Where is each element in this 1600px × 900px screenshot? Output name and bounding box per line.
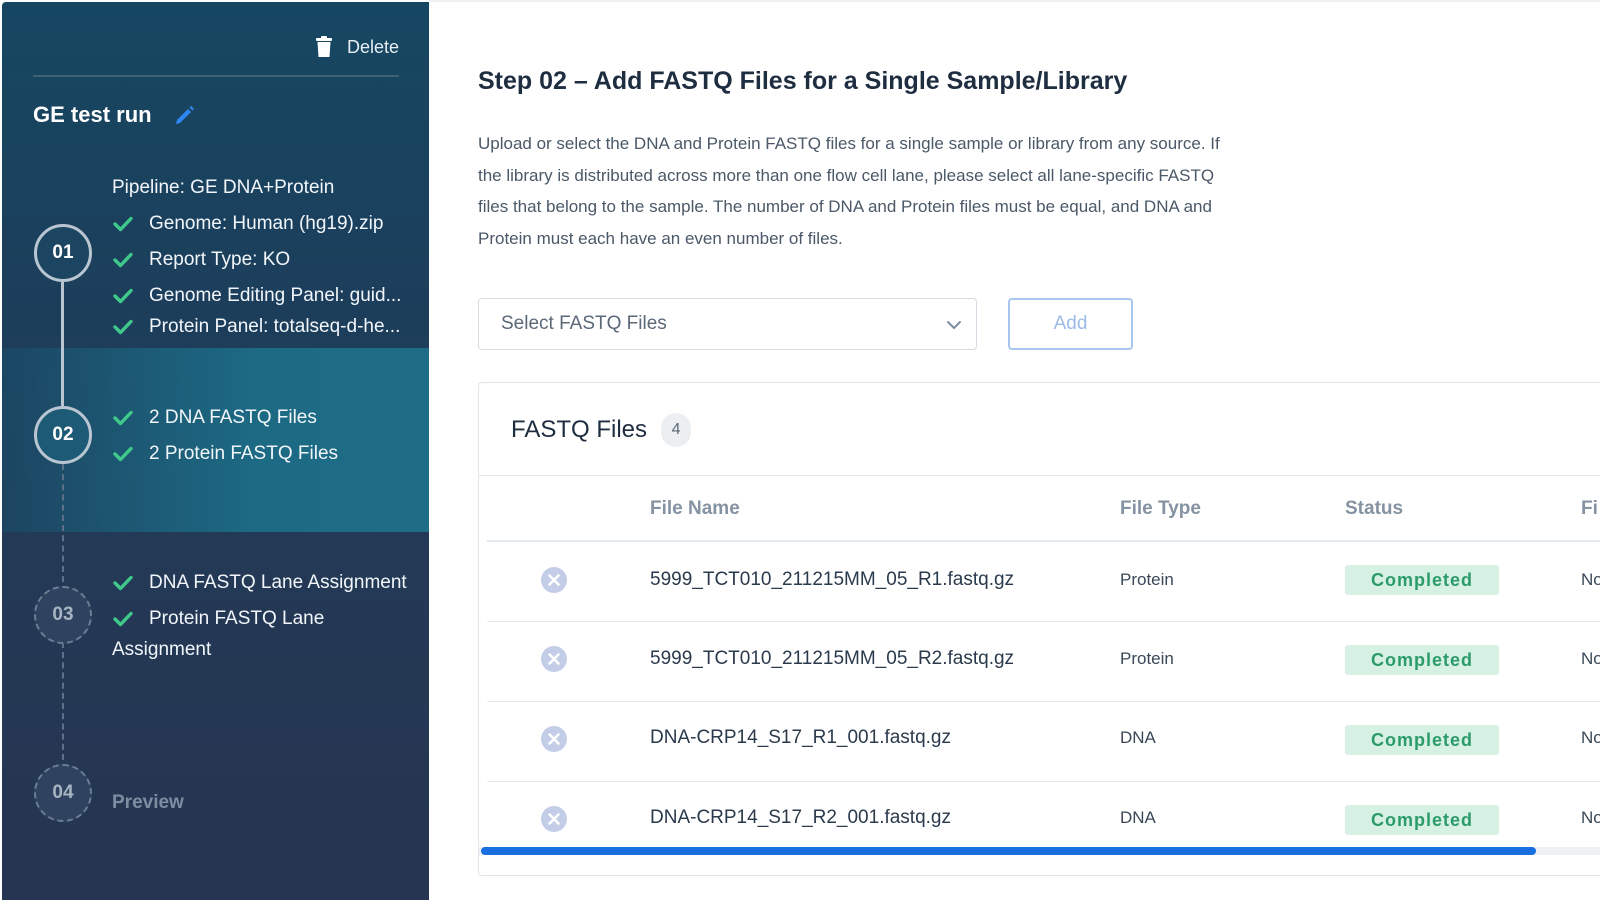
sidebar-divider [33, 75, 399, 77]
row-divider [487, 701, 1600, 702]
pencil-icon[interactable] [174, 104, 196, 126]
check-icon [113, 288, 133, 304]
truncated-cell: No [1581, 570, 1600, 589]
step-connector-02-03 [62, 464, 64, 582]
add-button[interactable]: Add [1008, 298, 1133, 350]
file-name-cell: 5999_TCT010_211215MM_05_R2.fastq.gz [650, 648, 1015, 669]
step-04-preview-label[interactable]: Preview [112, 792, 184, 814]
step-03-circle[interactable]: 03 [34, 586, 92, 644]
truncated-cell: No [1581, 728, 1600, 747]
fastq-file-select[interactable]: Select FASTQ Files [478, 298, 977, 350]
check-icon [113, 319, 133, 335]
step-02-item-dna-files: 2 DNA FASTQ Files [113, 407, 317, 429]
status-badge: Completed [1345, 565, 1499, 595]
chevron-down-icon [947, 321, 961, 329]
step-01-item-genome: Genome: Human (hg19).zip [113, 213, 383, 235]
check-icon [113, 575, 133, 591]
file-name-cell: DNA-CRP14_S17_R2_001.fastq.gz [650, 807, 952, 828]
step-02-item-protein-files: 2 Protein FASTQ Files [113, 443, 338, 465]
run-title-text: GE test run [33, 102, 152, 127]
step-03-item-protein-lane: Protein FASTQ Lane [113, 608, 324, 630]
remove-file-icon[interactable] [540, 725, 568, 753]
step-connector-03-04 [62, 642, 64, 760]
step-03-item-dna-lane: DNA FASTQ Lane Assignment [113, 572, 407, 594]
file-name-cell: DNA-CRP14_S17_R1_001.fastq.gz [650, 727, 952, 748]
page-title: Step 02 – Add FASTQ Files for a Single S… [478, 67, 1128, 95]
file-type-cell: DNA [1120, 808, 1156, 827]
remove-file-icon[interactable] [540, 805, 568, 833]
step-04-number: 04 [52, 782, 74, 803]
check-icon [113, 410, 133, 426]
truncated-cell: No [1581, 808, 1600, 827]
file-type-cell: DNA [1120, 728, 1156, 747]
file-count-badge: 4 [661, 413, 692, 447]
step-description: Upload or select the DNA and Protein FAS… [478, 134, 1220, 248]
status-badge: Completed [1345, 805, 1499, 835]
status-badge: Completed [1345, 725, 1499, 755]
step-04-circle[interactable]: 04 [34, 764, 92, 822]
step-01-item-report-type: Report Type: KO [113, 249, 290, 271]
step-01-item-editing-panel: Genome Editing Panel: guid... [113, 285, 401, 307]
card-title: FASTQ Files [511, 416, 648, 443]
step-02-number: 02 [52, 424, 74, 445]
status-badge: Completed [1345, 645, 1499, 675]
step-01-circle[interactable]: 01 [34, 224, 92, 282]
delete-button[interactable]: Delete [315, 36, 399, 58]
step-01-pipeline: Pipeline: GE DNA+Protein [112, 177, 335, 198]
fastq-files-card: FASTQ Files 4 File Name File Type Status… [478, 382, 1600, 876]
select-placeholder: Select FASTQ Files [501, 313, 667, 334]
step-03-item-protein-lane-continuation: Assignment [112, 639, 212, 660]
check-icon [113, 611, 133, 627]
step-01-item-protein-panel: Protein Panel: totalseq-d-he... [113, 316, 400, 338]
card-divider [479, 475, 1600, 476]
file-type-cell: Protein [1120, 649, 1174, 668]
truncated-cell: No [1581, 649, 1600, 668]
wizard-sidebar: Delete GE test run 01 Pipeline: GE DNA+P… [2, 2, 429, 900]
column-header-status[interactable]: Status [1345, 498, 1403, 520]
row-divider [487, 781, 1600, 782]
check-icon [113, 252, 133, 268]
header-divider [487, 540, 1600, 542]
row-divider [487, 621, 1600, 622]
file-name-cell: 5999_TCT010_211215MM_05_R1.fastq.gz [650, 569, 1015, 590]
remove-file-icon[interactable] [540, 645, 568, 673]
column-header-file-type[interactable]: File Type [1120, 498, 1201, 520]
run-title: GE test run [33, 102, 196, 128]
step-connector-01-02 [61, 282, 64, 406]
delete-label: Delete [346, 36, 399, 57]
top-border [429, 0, 1600, 2]
step-02-circle[interactable]: 02 [34, 406, 92, 464]
column-header-file-name[interactable]: File Name [650, 498, 740, 520]
check-icon [113, 216, 133, 232]
card-header: FASTQ Files 4 [511, 413, 692, 447]
remove-file-icon[interactable] [540, 566, 568, 594]
trash-icon [315, 36, 332, 57]
step-03-number: 03 [52, 604, 74, 625]
check-icon [113, 446, 133, 462]
file-type-cell: Protein [1120, 570, 1174, 589]
column-header-truncated[interactable]: Fi [1581, 498, 1598, 520]
step-01-number: 01 [52, 242, 74, 263]
horizontal-scrollbar-thumb[interactable] [481, 847, 1536, 855]
